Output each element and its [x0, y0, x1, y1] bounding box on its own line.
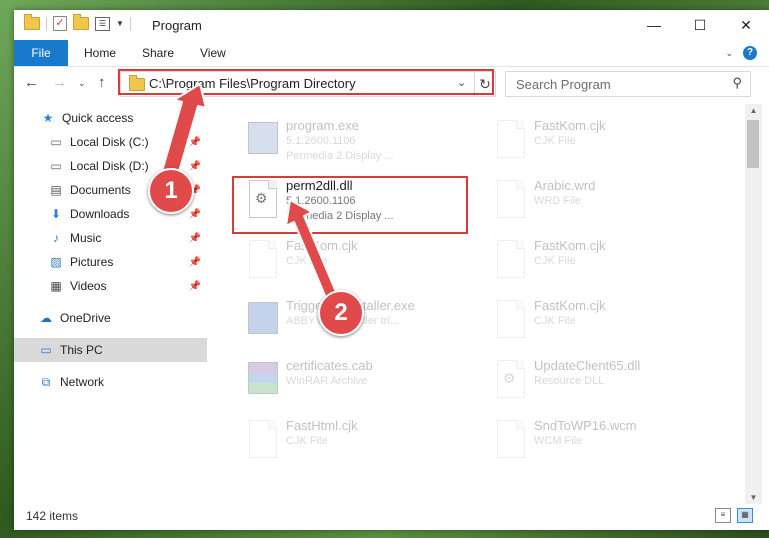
annotation-arrows: [155, 83, 337, 299]
step-badge-1: 1: [148, 168, 194, 214]
arrow-2: [285, 199, 337, 299]
step-badge-2: 2: [318, 290, 364, 336]
